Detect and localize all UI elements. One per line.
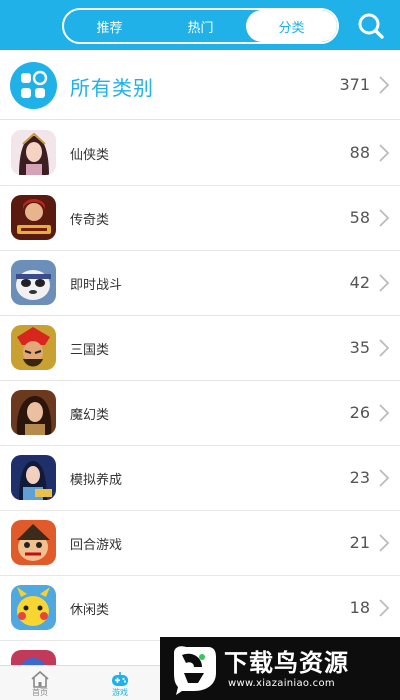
nav-label-games: 游戏 bbox=[112, 688, 128, 697]
nav-item-games[interactable]: 游戏 bbox=[80, 666, 160, 700]
casual-game-icon bbox=[11, 585, 56, 630]
list-item[interactable]: 回合游戏 21 bbox=[0, 511, 400, 576]
chevron-right-icon bbox=[378, 599, 390, 617]
turn-based-game-icon bbox=[11, 520, 56, 565]
category-label: 即时战斗 bbox=[70, 278, 123, 293]
list-item[interactable]: 三国类 35 bbox=[0, 316, 400, 381]
category-count: 23 bbox=[349, 468, 370, 487]
category-label: 魔幻类 bbox=[70, 408, 110, 423]
chevron-right-icon bbox=[378, 469, 390, 487]
tab-category[interactable]: 分类 bbox=[246, 10, 337, 42]
top-bar: 推荐 热门 分类 bbox=[0, 0, 400, 50]
bottom-nav: 首页 游戏 bbox=[0, 665, 160, 700]
category-list: 仙侠类 88 传奇类 58 即时战斗 42 三国类 35 魔幻类 26 模拟养成… bbox=[0, 121, 400, 700]
list-item[interactable]: 传奇类 58 bbox=[0, 186, 400, 251]
tab-hot[interactable]: 热门 bbox=[155, 10, 246, 42]
search-icon[interactable] bbox=[356, 11, 386, 41]
three-kingdoms-game-icon bbox=[11, 325, 56, 370]
segment-tabs: 推荐 热门 分类 bbox=[62, 8, 339, 44]
chevron-right-icon bbox=[378, 339, 390, 357]
category-count: 21 bbox=[349, 533, 370, 552]
watermark-title: 下载鸟资源 bbox=[224, 649, 349, 677]
category-count: 35 bbox=[349, 338, 370, 357]
chevron-right-icon bbox=[378, 76, 390, 94]
watermark-url: www.xiazainiao.com bbox=[228, 678, 335, 689]
watermark-banner: 下载鸟资源 www.xiazainiao.com bbox=[160, 637, 400, 700]
bird-logo-icon bbox=[168, 643, 218, 695]
chevron-right-icon bbox=[378, 144, 390, 162]
realtime-battle-game-icon bbox=[11, 260, 56, 305]
list-item[interactable]: 模拟养成 23 bbox=[0, 446, 400, 511]
category-label: 模拟养成 bbox=[70, 473, 123, 488]
list-item[interactable]: 休闲类 18 bbox=[0, 576, 400, 641]
home-icon bbox=[31, 670, 49, 688]
category-count: 26 bbox=[349, 403, 370, 422]
simulation-game-icon bbox=[11, 455, 56, 500]
chuanqi-game-icon bbox=[11, 195, 56, 240]
tab-recommend[interactable]: 推荐 bbox=[64, 10, 155, 42]
nav-label-home: 首页 bbox=[32, 688, 48, 697]
category-label: 传奇类 bbox=[70, 213, 110, 228]
category-count: 88 bbox=[349, 143, 370, 162]
all-categories-title: 所有类别 bbox=[70, 76, 154, 100]
list-item[interactable]: 即时战斗 42 bbox=[0, 251, 400, 316]
nav-item-home[interactable]: 首页 bbox=[0, 666, 80, 700]
chevron-right-icon bbox=[378, 274, 390, 292]
all-categories-row[interactable]: 所有类别 371 bbox=[0, 50, 400, 120]
list-item[interactable]: 魔幻类 26 bbox=[0, 381, 400, 446]
xianxia-game-icon bbox=[11, 130, 56, 175]
category-label: 仙侠类 bbox=[70, 148, 110, 163]
chevron-right-icon bbox=[378, 209, 390, 227]
category-count: 42 bbox=[349, 273, 370, 292]
category-label: 三国类 bbox=[70, 343, 110, 358]
fantasy-game-icon bbox=[11, 390, 56, 435]
gamepad-icon bbox=[112, 672, 128, 686]
category-label: 休闲类 bbox=[70, 603, 110, 618]
chevron-right-icon bbox=[378, 404, 390, 422]
category-count: 58 bbox=[349, 208, 370, 227]
chevron-right-icon bbox=[378, 534, 390, 552]
category-label: 回合游戏 bbox=[70, 538, 123, 553]
category-count: 18 bbox=[349, 598, 370, 617]
grid-icon bbox=[10, 62, 57, 109]
list-item[interactable]: 仙侠类 88 bbox=[0, 121, 400, 186]
all-categories-count: 371 bbox=[339, 75, 370, 94]
